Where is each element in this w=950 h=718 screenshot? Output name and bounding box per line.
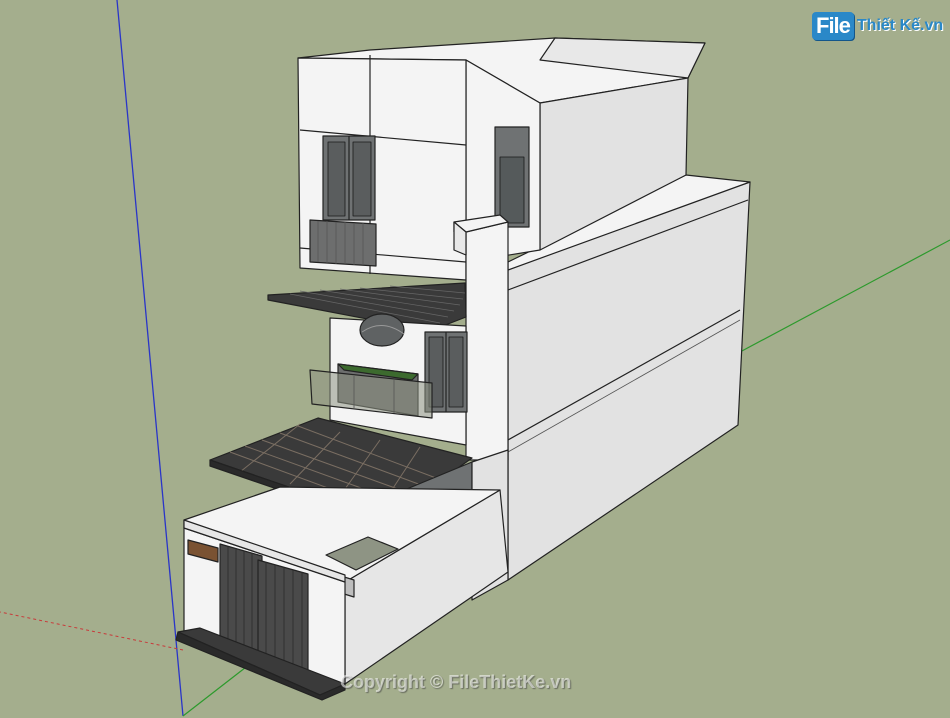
red-axis	[0, 611, 184, 651]
logo-text: Thiết Kế.vn	[856, 17, 944, 34]
model-canvas[interactable]	[0, 0, 950, 718]
copyright-watermark: Copyright © FileThietKe.vn	[340, 672, 572, 692]
upper-planter	[309, 219, 377, 267]
site-logo: File Thiết Kế.vn	[812, 10, 943, 42]
house-model[interactable]	[175, 37, 751, 701]
logo-mark: File	[812, 12, 854, 40]
sketchup-viewport[interactable]	[0, 0, 950, 718]
front-pillar	[465, 221, 509, 461]
green-axis	[739, 239, 950, 353]
green-axis-lower	[182, 663, 251, 717]
blue-axis	[116, 0, 184, 717]
